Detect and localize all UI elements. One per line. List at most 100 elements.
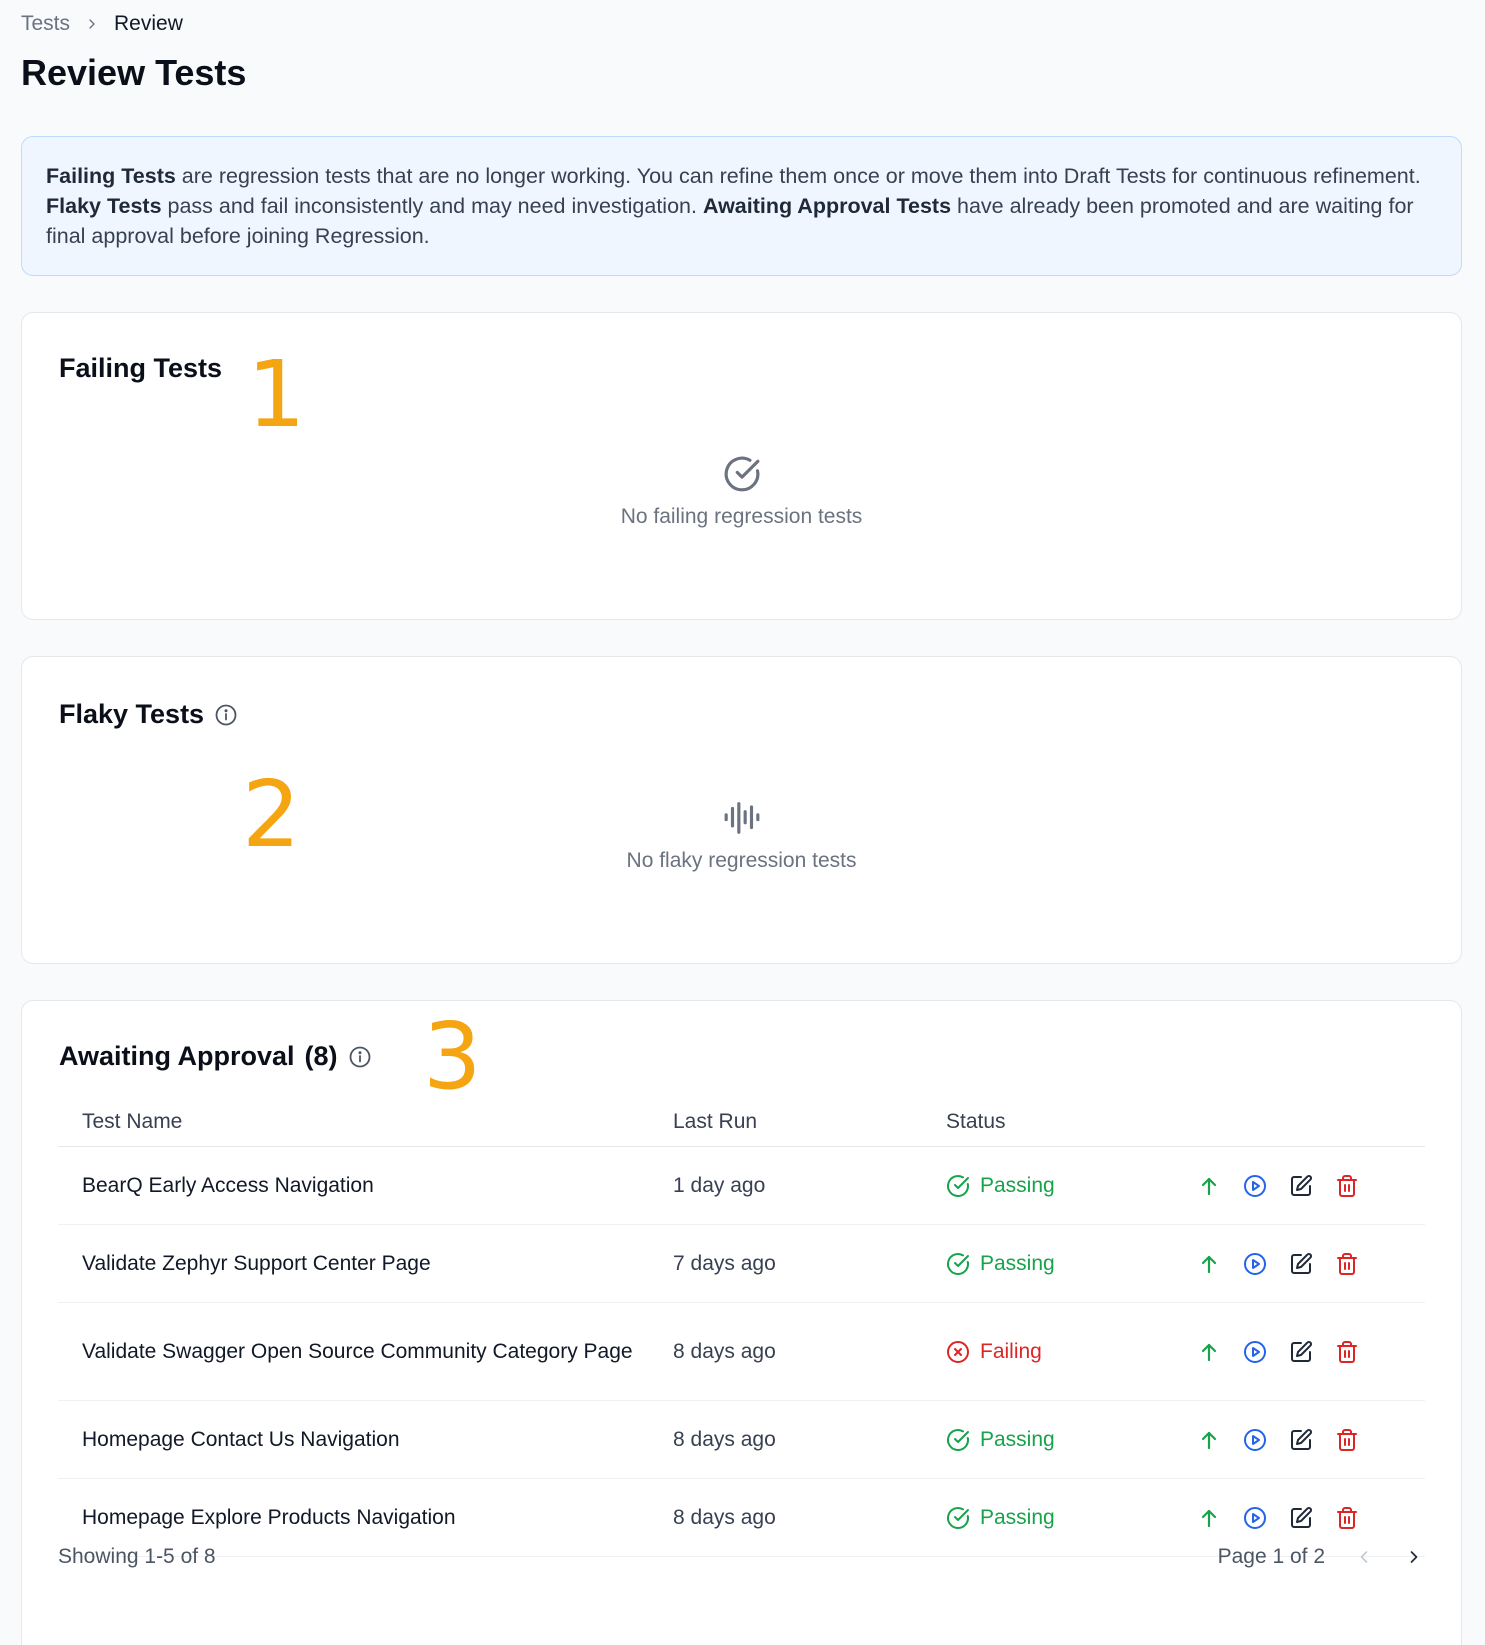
play-circle-icon (1244, 1340, 1266, 1363)
status-label: Passing (980, 1427, 1055, 1451)
table-body: BearQ Early Access Navigation 1 day ago Pa… (58, 1147, 1425, 1557)
info-text-1: are regression tests that are no longer … (175, 164, 1421, 188)
info-banner: Failing Tests are regression tests that … (21, 136, 1462, 276)
next-page-button[interactable] (1403, 1546, 1425, 1568)
test-name[interactable]: Homepage Contact Us Navigation (58, 1424, 673, 1455)
previous-page-button[interactable] (1353, 1546, 1375, 1568)
trash-icon (1337, 1340, 1357, 1363)
run-button[interactable] (1242, 1427, 1268, 1453)
annotation-marker-1: 1 (247, 341, 306, 448)
edit-icon (1291, 1252, 1312, 1274)
info-icon[interactable] (348, 1045, 372, 1069)
promote-button[interactable] (1196, 1427, 1222, 1453)
delete-button[interactable] (1334, 1173, 1360, 1199)
test-name[interactable]: Homepage Explore Products Navigation (58, 1502, 673, 1533)
table-footer: Showing 1-5 of 8 Page 1 of 2 (58, 1545, 1425, 1569)
trash-icon (1337, 1428, 1357, 1451)
last-run: 8 days ago (673, 1505, 776, 1529)
breadcrumb: Tests Review (21, 12, 183, 36)
status-label: Passing (980, 1173, 1055, 1197)
awaiting-approval-title: Awaiting Approval (8) (59, 1041, 372, 1072)
breadcrumb-tests-link[interactable]: Tests (21, 12, 70, 36)
pagination: Page 1 of 2 (1218, 1545, 1425, 1569)
table-header: Test Name Last Run Status (58, 1097, 1425, 1147)
info-term-failing: Failing Tests (46, 164, 176, 188)
arrow-up-icon (1201, 1255, 1217, 1273)
edit-button[interactable] (1288, 1427, 1314, 1453)
status-badge: Passing (946, 1174, 1196, 1198)
table-row: Homepage Contact Us Navigation 8 days ago… (58, 1401, 1425, 1479)
status-badge: Passing (946, 1252, 1196, 1276)
table-row: Validate Swagger Open Source Community C… (58, 1303, 1425, 1401)
last-run: 1 day ago (673, 1173, 766, 1197)
failing-tests-title: Failing Tests (59, 353, 222, 384)
edit-button[interactable] (1288, 1251, 1314, 1277)
delete-button[interactable] (1334, 1339, 1360, 1365)
trash-icon (1337, 1506, 1357, 1529)
test-name[interactable]: BearQ Early Access Navigation (58, 1170, 673, 1201)
play-circle-icon (1244, 1506, 1266, 1529)
info-text: Failing Tests are regression tests that … (46, 161, 1437, 251)
play-circle-icon (1244, 1252, 1266, 1275)
info-term-flaky: Flaky Tests (46, 194, 162, 218)
chevron-right-icon (89, 19, 95, 29)
edit-button[interactable] (1288, 1505, 1314, 1531)
play-circle-icon (1244, 1428, 1266, 1451)
chevron-left-icon (1360, 1551, 1368, 1563)
failing-tests-title-text: Failing Tests (59, 353, 223, 383)
edit-button[interactable] (1288, 1173, 1314, 1199)
info-text-2: pass and fail inconsistently and may nee… (161, 194, 703, 218)
delete-button[interactable] (1334, 1251, 1360, 1277)
failing-tests-card: Failing Tests 1 No failing regression te… (21, 312, 1462, 620)
status-badge: Failing (946, 1340, 1196, 1364)
promote-button[interactable] (1196, 1173, 1222, 1199)
x-circle-icon (947, 1340, 969, 1363)
failing-empty-text: No failing regression tests (620, 505, 863, 528)
flaky-empty-text: No flaky regression tests (626, 849, 857, 872)
status-label: Failing (980, 1339, 1042, 1363)
failing-empty-state: No failing regression tests (22, 455, 1461, 529)
trash-icon (1337, 1174, 1357, 1197)
info-term-awaiting: Awaiting Approval Tests (702, 194, 952, 218)
table-row: BearQ Early Access Navigation 1 day ago Pa… (58, 1147, 1425, 1225)
awaiting-approval-title-text: Awaiting Approval (59, 1041, 295, 1071)
delete-button[interactable] (1334, 1505, 1360, 1531)
edit-icon (1291, 1506, 1312, 1528)
chevron-right-icon (1410, 1551, 1418, 1563)
last-run: 8 days ago (673, 1339, 776, 1363)
showing-count: Showing 1-5 of 8 (58, 1545, 216, 1568)
trash-icon (1337, 1252, 1357, 1275)
awaiting-approval-table: Test Name Last Run Status BearQ Early Ac… (58, 1097, 1425, 1557)
info-icon[interactable] (214, 703, 238, 727)
last-run: 7 days ago (673, 1251, 776, 1275)
run-button[interactable] (1242, 1251, 1268, 1277)
test-name[interactable]: Validate Zephyr Support Center Page (58, 1248, 673, 1279)
run-button[interactable] (1242, 1339, 1268, 1365)
test-name[interactable]: Validate Swagger Open Source Community C… (58, 1336, 673, 1367)
column-header-test-name: Test Name (82, 1109, 183, 1133)
promote-button[interactable] (1196, 1339, 1222, 1365)
page-title: Review Tests (21, 52, 247, 93)
arrow-up-icon (1201, 1177, 1217, 1195)
status-label: Passing (980, 1505, 1055, 1529)
play-circle-icon (1244, 1174, 1266, 1197)
table-row: Validate Zephyr Support Center Page 7 day… (58, 1225, 1425, 1303)
check-circle-icon (724, 456, 759, 492)
arrow-up-icon (1201, 1509, 1217, 1527)
awaiting-approval-count: (8) (304, 1041, 338, 1071)
column-header-status: Status (946, 1109, 1006, 1133)
check-circle-icon (947, 1174, 969, 1197)
annotation-marker-3: 3 (423, 1003, 482, 1110)
flaky-empty-state: No flaky regression tests (22, 799, 1461, 873)
edit-icon (1291, 1340, 1312, 1362)
promote-button[interactable] (1196, 1505, 1222, 1531)
edit-button[interactable] (1288, 1339, 1314, 1365)
awaiting-approval-card: Awaiting Approval (8) 3 Test Name Last R… (21, 1000, 1462, 1645)
arrow-up-icon (1201, 1431, 1217, 1449)
breadcrumb-current: Review (114, 12, 183, 35)
promote-button[interactable] (1196, 1251, 1222, 1277)
run-button[interactable] (1242, 1173, 1268, 1199)
delete-button[interactable] (1334, 1427, 1360, 1453)
run-button[interactable] (1242, 1505, 1268, 1531)
flaky-tests-title: Flaky Tests (59, 699, 238, 730)
